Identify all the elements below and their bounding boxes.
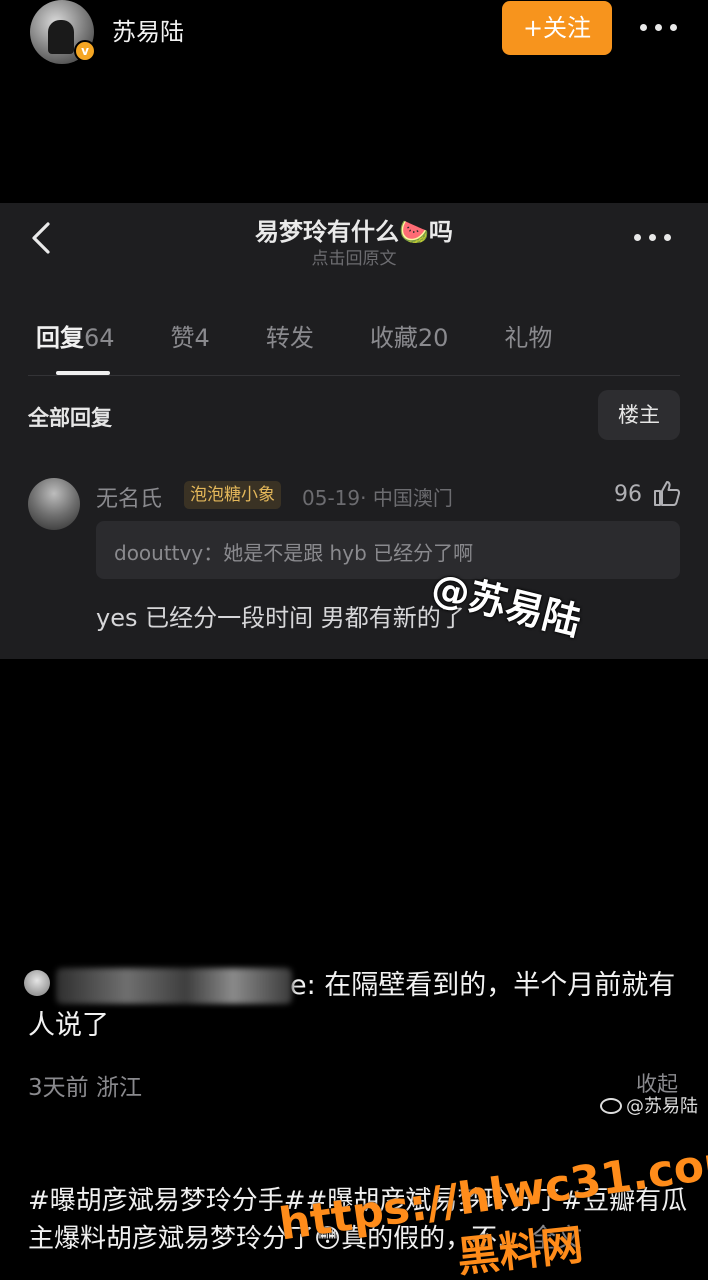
weibo-watermark: @苏易陆 xyxy=(600,1092,698,1118)
tab-gifts: 礼物 xyxy=(504,324,553,352)
post-title: 易梦玲有什么🍉吗 xyxy=(255,218,453,246)
tab-reposts: 转发 xyxy=(265,324,314,352)
comment-time-location: 3天前 浙江 xyxy=(28,1075,142,1101)
owner-only-button: 楼主 xyxy=(598,390,680,440)
dot-icon xyxy=(670,23,677,31)
site-watermark-name: 黑料网 xyxy=(454,1219,586,1280)
commenter-avatar-small xyxy=(24,970,50,996)
post-tabs: 回复64 赞4 转发 收藏20 礼物 xyxy=(36,318,552,353)
tab-favorites: 收藏20 xyxy=(369,324,449,352)
dot-icon xyxy=(655,23,662,31)
fan-badge: 泡泡糖小象 xyxy=(184,481,281,509)
thumbs-up-icon xyxy=(654,481,681,506)
blurred-username xyxy=(56,968,292,1004)
weibo-logo-icon xyxy=(600,1098,622,1114)
author-name[interactable]: 苏易陆 xyxy=(112,12,184,47)
panel-more-icon xyxy=(634,226,678,248)
more-options-icon[interactable] xyxy=(640,14,684,40)
quoted-text: doouttvy：她是不是跟 hyb 已经分了啊 xyxy=(114,541,474,565)
tab-likes: 赞4 xyxy=(170,324,210,352)
follow-button[interactable]: +关注 xyxy=(502,1,612,55)
dot-icon xyxy=(634,233,641,241)
dot-icon xyxy=(649,233,656,241)
tab-replies: 回复64 xyxy=(36,324,115,352)
verified-icon: v xyxy=(74,40,96,62)
divider xyxy=(28,375,680,376)
comment-meta: 05-19· 中国澳门 xyxy=(302,486,453,510)
dot-icon xyxy=(640,23,647,31)
commenter-name: 无名氏 xyxy=(96,487,163,512)
reply-text: yes 已经分一段时间 男都有新的了 xyxy=(96,604,465,632)
dot-icon xyxy=(664,233,671,241)
commenter-avatar xyxy=(28,478,80,530)
back-to-original-link: 点击回原文 xyxy=(311,249,397,269)
like-count: 96 xyxy=(614,482,642,507)
section-heading: 全部回复 xyxy=(28,406,112,430)
